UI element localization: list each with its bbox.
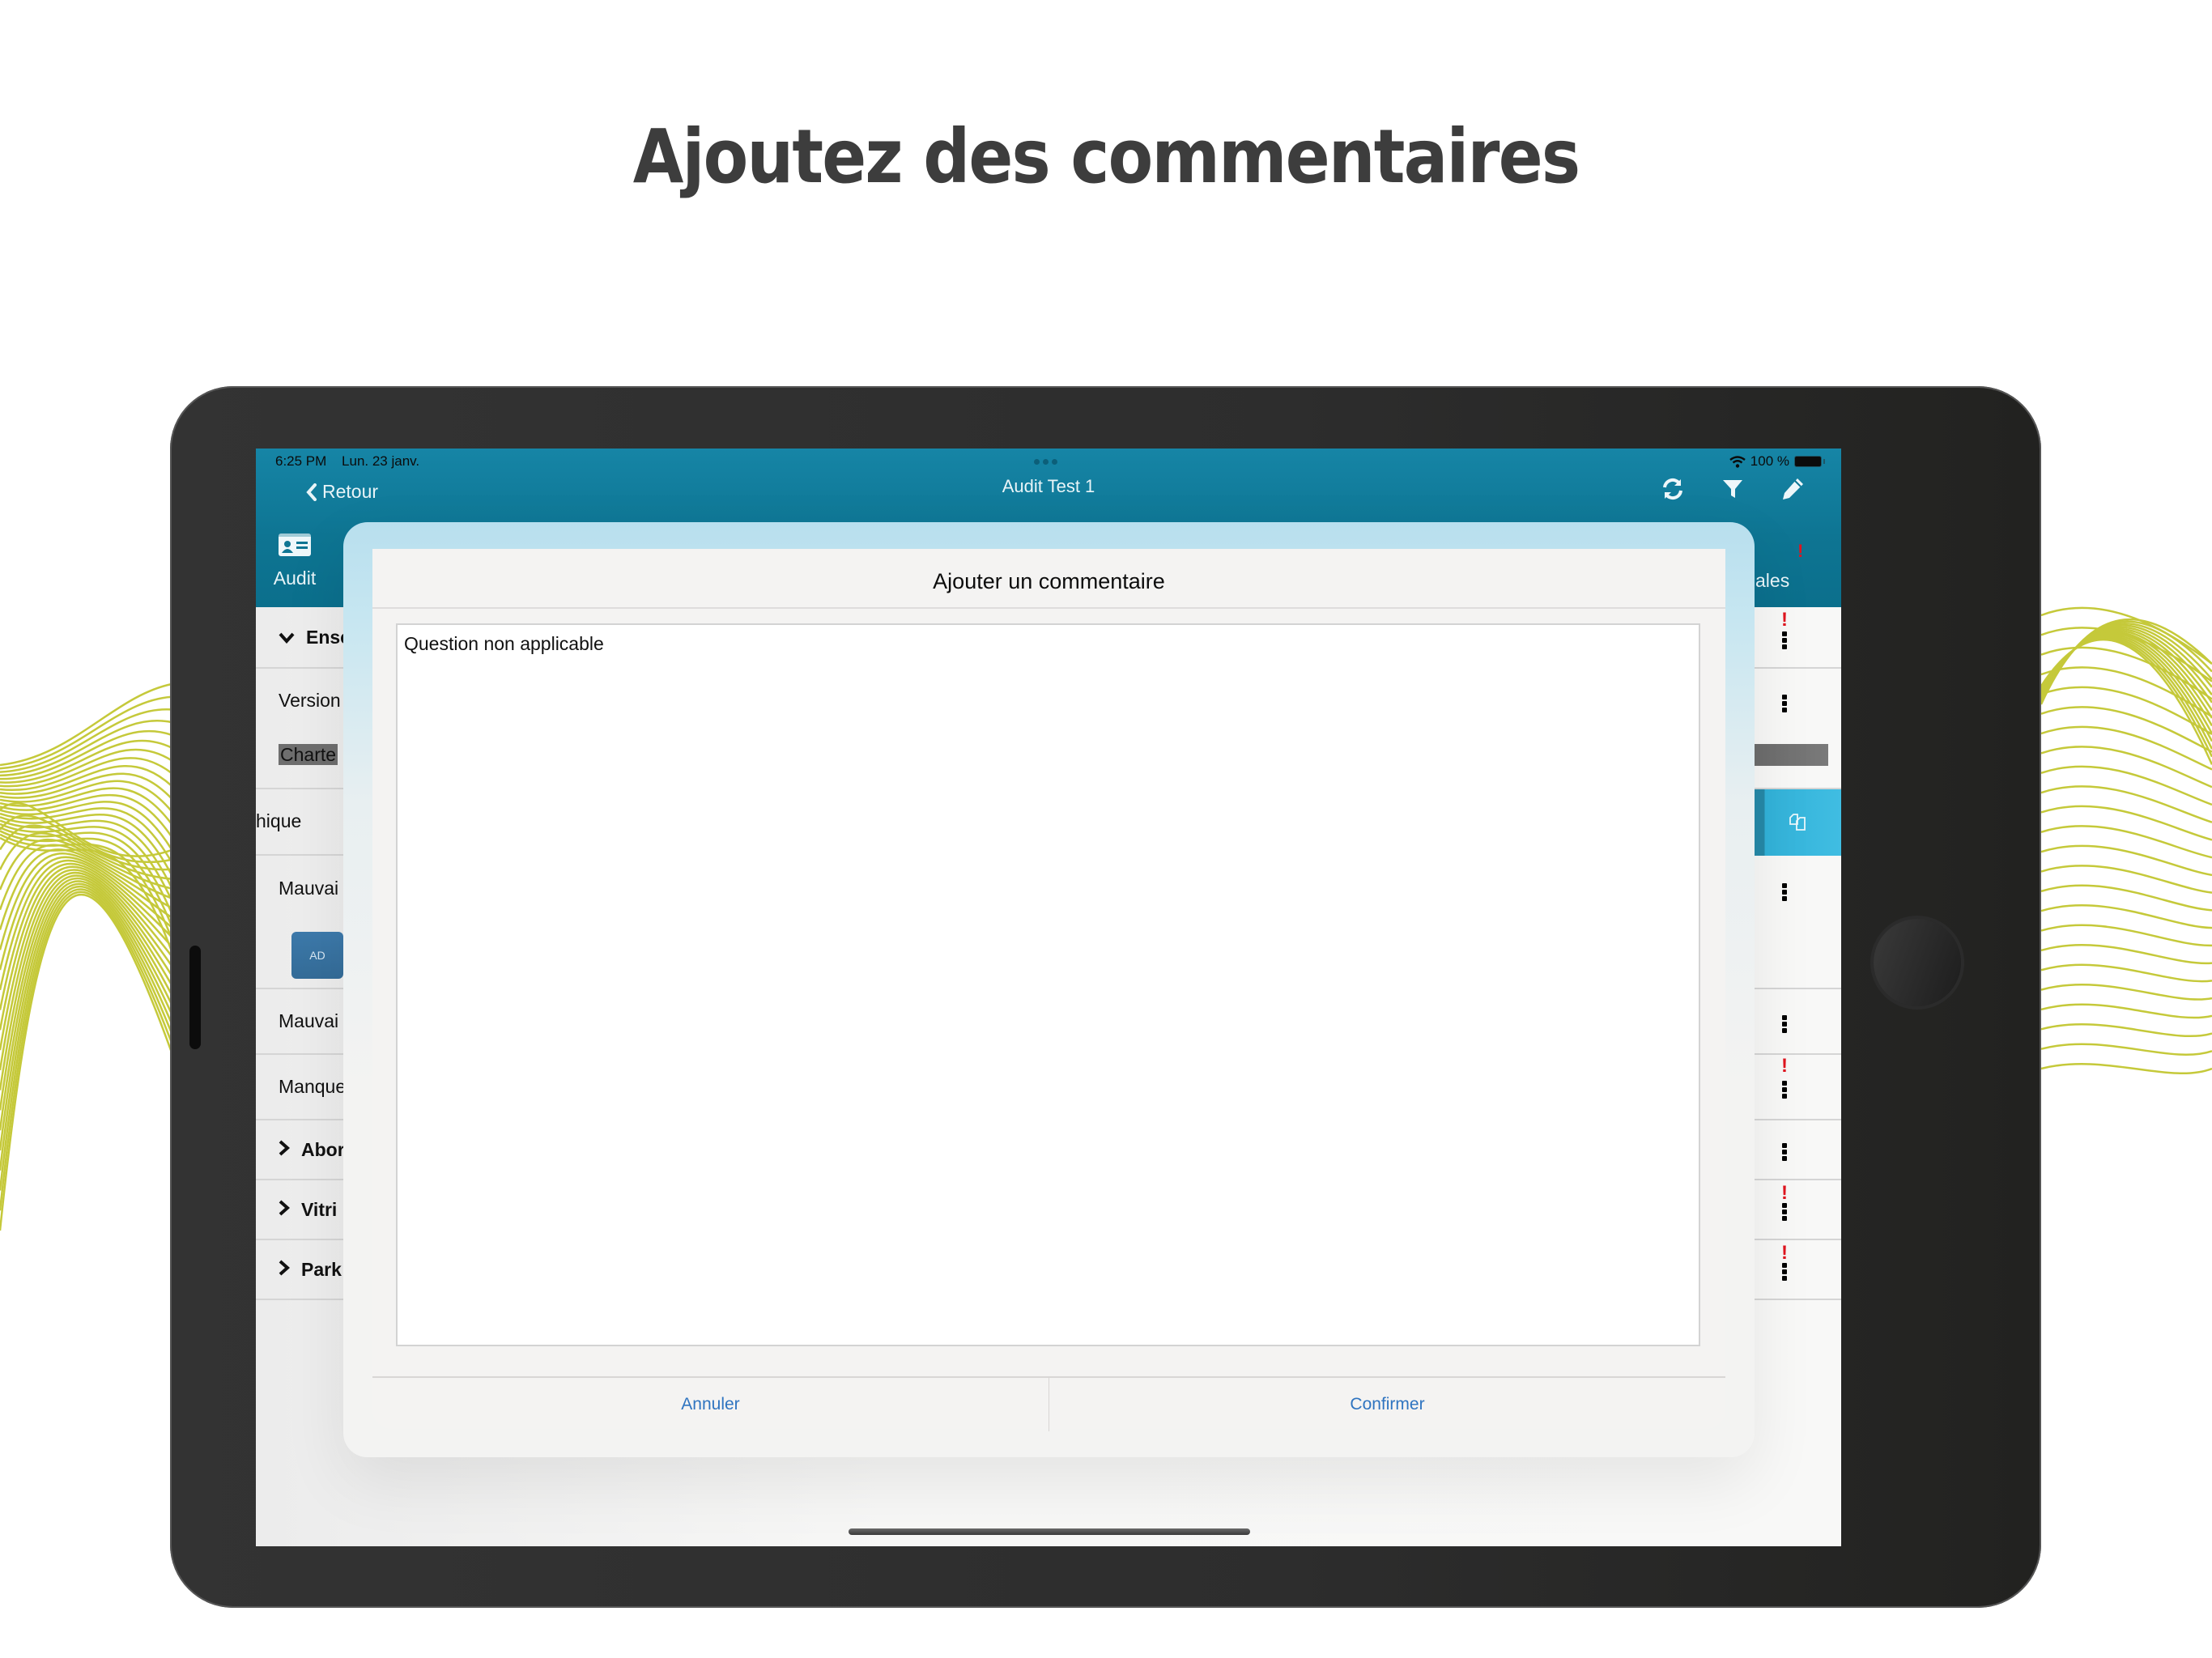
answer-bar	[1747, 744, 1828, 766]
tab-alert-icon: !	[1797, 541, 1804, 561]
pencil-icon	[1783, 478, 1803, 500]
wave-line	[2040, 1063, 2212, 1074]
question-label: Mauvai	[279, 878, 339, 899]
section-label: Park	[279, 1259, 342, 1281]
question-label: hique	[256, 810, 302, 831]
home-indicator[interactable]	[849, 1528, 1250, 1535]
wave-line	[2040, 924, 2212, 947]
chevron-right-icon	[279, 1139, 291, 1161]
wave-line	[2040, 1043, 2212, 1056]
add-comment-dialog: Ajouter un commentaire Question non appl…	[343, 522, 1755, 1457]
more-options-icon[interactable]	[1782, 631, 1787, 651]
status-bar-right: 100 %	[1729, 453, 1825, 470]
nav-actions	[1660, 476, 1806, 502]
more-options-icon[interactable]	[1782, 1143, 1787, 1163]
tablet-side-button	[189, 946, 201, 1049]
more-options-icon[interactable]	[1782, 883, 1787, 903]
multitasking-grabber[interactable]	[1034, 459, 1057, 465]
duplicate-action-button[interactable]	[1754, 789, 1841, 856]
wifi-icon	[1729, 455, 1746, 468]
ad-button[interactable]: AD	[291, 932, 343, 979]
status-time: 6:25 PM	[275, 453, 327, 469]
wave-line	[2040, 1023, 2212, 1037]
wave-line	[2040, 963, 2212, 983]
cancel-button[interactable]: Annuler	[372, 1378, 1049, 1431]
question-label: Manque	[279, 1076, 347, 1097]
chevron-right-icon	[279, 1199, 291, 1221]
section-label: Ense	[279, 627, 351, 648]
tab-partial-label[interactable]: ales	[1755, 570, 1789, 592]
status-bar-left: 6:25 PM Lun. 23 janv.	[275, 453, 431, 470]
wave-line	[2040, 765, 2212, 806]
tablet-home-button[interactable]	[1874, 919, 1961, 1006]
alert-icon: !	[1781, 1182, 1788, 1204]
dialog-header-divider	[372, 607, 1725, 609]
confirm-button[interactable]: Confirmer	[1049, 1378, 1725, 1431]
more-options-icon[interactable]	[1782, 695, 1787, 714]
alert-icon: !	[1781, 1242, 1788, 1264]
copy-icon	[1789, 814, 1806, 831]
wave-line	[0, 891, 173, 1211]
status-date: Lun. 23 janv.	[342, 453, 420, 469]
section-label: Vitri	[279, 1199, 337, 1221]
alert-icon: !	[1781, 1055, 1788, 1077]
tab-audit-label: Audit	[273, 568, 317, 589]
wave-line	[2040, 1003, 2212, 1019]
refresh-button[interactable]	[1660, 476, 1686, 502]
comment-textarea[interactable]: Question non applicable	[396, 623, 1700, 1346]
chevron-down-icon	[279, 627, 295, 648]
id-card-icon	[279, 534, 311, 556]
filter-button[interactable]	[1720, 476, 1746, 502]
tab-audit[interactable]: Audit	[272, 533, 317, 589]
filter-icon	[1723, 480, 1742, 498]
dialog-card: Ajouter un commentaire Question non appl…	[372, 549, 1725, 1431]
dialog-title: Ajouter un commentaire	[933, 569, 1165, 593]
wave-right-lines	[2040, 606, 2212, 1074]
wave-line	[2040, 904, 2212, 929]
refresh-icon	[1663, 478, 1682, 500]
alert-icon: !	[1781, 609, 1788, 631]
battery-percent: 100 %	[1750, 453, 1789, 469]
more-options-icon[interactable]	[1782, 1015, 1787, 1035]
wave-line	[2040, 785, 2212, 823]
wave-line	[2040, 865, 2212, 894]
question-label: Mauvai	[279, 1010, 339, 1031]
more-options-icon[interactable]	[1782, 1203, 1787, 1222]
question-label: Version	[279, 690, 341, 711]
edit-button[interactable]	[1780, 476, 1806, 502]
wave-line	[2040, 984, 2212, 1001]
wave-line	[2040, 634, 2212, 734]
battery-icon	[1794, 456, 1825, 467]
wave-line	[2040, 944, 2212, 965]
nav-title: Audit Test 1	[1002, 476, 1095, 496]
wave-line	[2040, 805, 2212, 841]
more-options-icon[interactable]	[1782, 1081, 1787, 1100]
question-sublabel: Charte	[279, 744, 338, 765]
tablet-screen: 6:25 PM Lun. 23 janv. 100 % Retour Audit…	[256, 449, 1841, 1546]
wave-left-lines	[0, 682, 173, 1231]
more-options-icon[interactable]	[1782, 1263, 1787, 1282]
page-headline: Ajoutez des commentaires	[632, 113, 1580, 200]
section-label: Abor	[279, 1139, 345, 1161]
chevron-right-icon	[279, 1259, 291, 1281]
